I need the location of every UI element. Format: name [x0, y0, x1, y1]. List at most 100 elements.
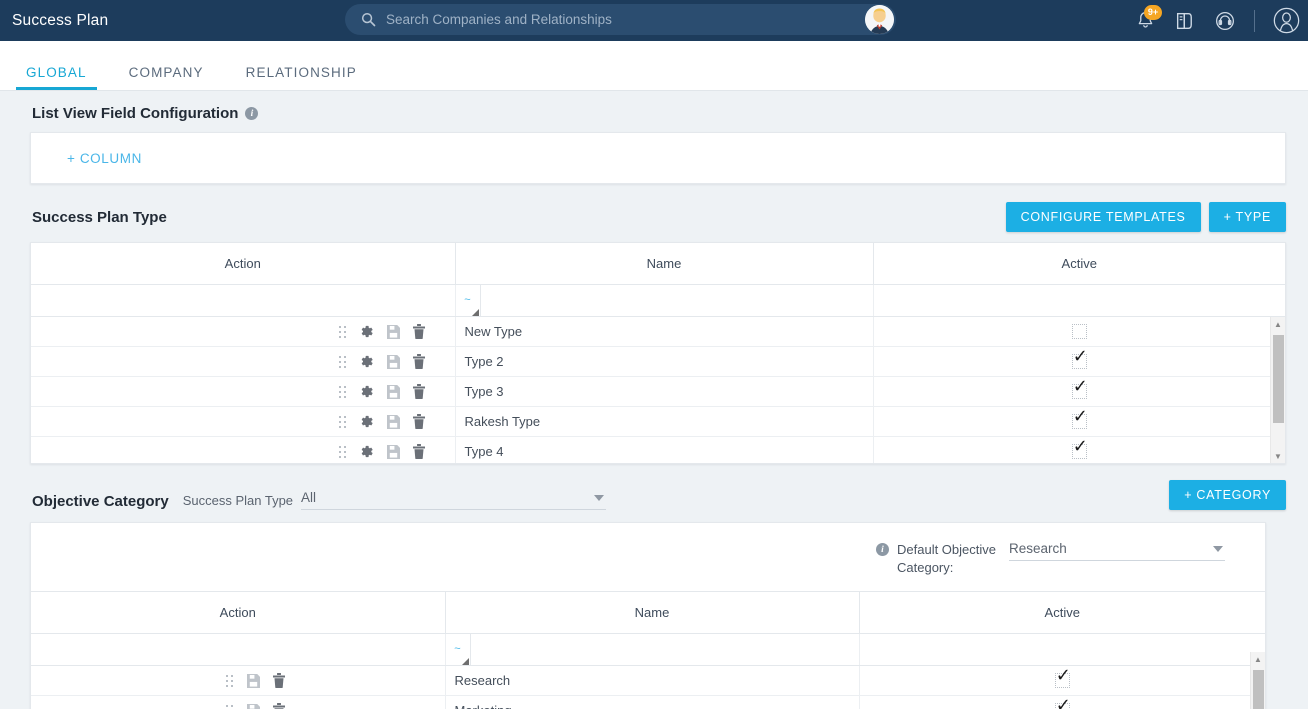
trash-icon[interactable]: [412, 444, 425, 460]
drag-handle-icon[interactable]: [338, 355, 347, 369]
cell-name: Marketing: [445, 695, 860, 709]
cell-name: New Type: [455, 316, 874, 347]
tab-global[interactable]: GLOBAL: [16, 65, 97, 90]
default-objective-category-row: i Default Objective Category: Research: [31, 523, 1265, 592]
gear-icon[interactable]: [359, 324, 374, 339]
check-icon: ✓: [1055, 665, 1071, 687]
default-objective-category-label: Default Objective Category:: [897, 542, 996, 575]
active-checkbox[interactable]: ✓: [1071, 378, 1088, 400]
add-category-button[interactable]: + CATEGORY: [1169, 480, 1286, 510]
grid-vertical-scrollbar[interactable]: ▲: [1250, 652, 1265, 709]
active-checkbox[interactable]: ✓: [1071, 438, 1088, 460]
cell-active[interactable]: ✓: [873, 346, 1285, 377]
drag-handle-icon[interactable]: [338, 325, 347, 339]
filter-row: ~: [31, 284, 1285, 317]
cell-active[interactable]: ✓: [873, 406, 1285, 437]
success-plan-type-filter-select[interactable]: All: [301, 490, 607, 510]
column-header-action[interactable]: Action: [31, 592, 446, 634]
info-icon[interactable]: i: [876, 543, 889, 556]
chevron-down-icon[interactable]: [594, 494, 605, 501]
save-icon[interactable]: [386, 444, 400, 459]
user-profile-button[interactable]: [1273, 7, 1300, 34]
gear-icon[interactable]: [359, 384, 374, 399]
table-row[interactable]: Marketing ✓: [31, 695, 1265, 709]
objective-category-grid: i Default Objective Category: Research A…: [30, 522, 1266, 709]
list-view-config-header: List View Field Configuration i: [8, 91, 1308, 132]
search-input[interactable]: [386, 12, 865, 27]
add-column-button[interactable]: + COLUMN: [67, 151, 142, 166]
column-header-name[interactable]: Name: [445, 592, 860, 634]
trash-icon[interactable]: [412, 324, 425, 340]
cell-active[interactable]: ✓: [873, 376, 1285, 407]
trash-icon[interactable]: [412, 384, 425, 400]
scrollbar-thumb[interactable]: [1253, 670, 1264, 709]
notifications-button[interactable]: 9+: [1135, 5, 1162, 31]
drag-handle-icon[interactable]: [338, 385, 347, 399]
global-search-bar[interactable]: [345, 4, 896, 35]
save-icon[interactable]: [386, 414, 400, 429]
success-plan-type-table: Action Name Active ~ New Type Type 2 ✓ T…: [31, 243, 1285, 463]
info-icon[interactable]: i: [245, 107, 259, 120]
column-header-active[interactable]: Active: [873, 243, 1285, 285]
column-header-name[interactable]: Name: [455, 243, 874, 285]
filter-cell-action: [31, 633, 446, 666]
row-actions: [31, 406, 456, 437]
save-icon[interactable]: [386, 384, 400, 399]
cell-name: Type 2: [455, 346, 874, 377]
cell-name: Type 4: [455, 436, 874, 463]
drag-handle-icon[interactable]: [226, 704, 234, 709]
column-header-action[interactable]: Action: [31, 243, 456, 285]
table-row[interactable]: Rakesh Type ✓: [31, 406, 1285, 437]
tab-relationship[interactable]: RELATIONSHIP: [236, 65, 367, 90]
filter-cell-name[interactable]: ~: [445, 633, 860, 666]
table-row[interactable]: Type 3 ✓: [31, 376, 1285, 407]
active-checkbox[interactable]: ✓: [1054, 697, 1071, 709]
table-row[interactable]: Type 2 ✓: [31, 346, 1285, 377]
avatar[interactable]: [865, 5, 894, 34]
active-checkbox[interactable]: ✓: [1071, 408, 1088, 430]
gear-icon[interactable]: [359, 444, 374, 459]
trash-icon[interactable]: [412, 354, 425, 370]
active-checkbox[interactable]: [1071, 324, 1087, 340]
check-icon: ✓: [1072, 346, 1088, 368]
scroll-down-arrow[interactable]: ▼: [1271, 449, 1285, 463]
trash-icon[interactable]: [412, 414, 425, 430]
active-checkbox[interactable]: ✓: [1054, 667, 1071, 689]
save-icon[interactable]: [246, 673, 260, 688]
success-plan-type-header: Success Plan Type CONFIGURE TEMPLATES + …: [8, 184, 1308, 242]
drag-handle-icon[interactable]: [338, 445, 347, 459]
drag-handle-icon[interactable]: [338, 415, 347, 429]
chevron-down-icon[interactable]: [1213, 545, 1223, 552]
scrollbar-thumb[interactable]: [1273, 335, 1284, 423]
knowledge-base-button[interactable]: [1174, 10, 1196, 32]
save-icon[interactable]: [386, 324, 400, 339]
gear-icon[interactable]: [359, 414, 374, 429]
cell-name: Rakesh Type: [455, 406, 874, 437]
scroll-up-arrow[interactable]: ▲: [1271, 317, 1285, 331]
tab-company[interactable]: COMPANY: [119, 65, 214, 90]
scroll-up-arrow[interactable]: ▲: [1251, 652, 1265, 666]
check-icon: ✓: [1055, 695, 1071, 709]
cell-active[interactable]: ✓: [859, 665, 1265, 696]
table-row[interactable]: Research ✓: [31, 665, 1265, 696]
default-objective-category-select[interactable]: Research: [1009, 541, 1225, 561]
trash-icon[interactable]: [272, 703, 285, 709]
add-type-button[interactable]: + TYPE: [1208, 202, 1286, 232]
search-icon: [361, 12, 376, 27]
table-row[interactable]: New Type: [31, 316, 1285, 347]
gear-icon[interactable]: [359, 354, 374, 369]
cell-active[interactable]: ✓: [873, 436, 1285, 463]
filter-cell-name[interactable]: ~: [455, 284, 874, 317]
drag-handle-icon[interactable]: [226, 674, 234, 688]
save-icon[interactable]: [386, 354, 400, 369]
support-button[interactable]: [1214, 10, 1236, 32]
table-row[interactable]: Type 4 ✓: [31, 436, 1285, 463]
cell-active[interactable]: [873, 316, 1285, 347]
configure-templates-button[interactable]: CONFIGURE TEMPLATES: [1005, 202, 1201, 232]
cell-active[interactable]: ✓: [859, 695, 1265, 709]
grid-vertical-scrollbar[interactable]: ▲ ▼: [1270, 317, 1285, 463]
column-header-active[interactable]: Active: [859, 592, 1265, 634]
trash-icon[interactable]: [272, 673, 285, 689]
active-checkbox[interactable]: ✓: [1071, 348, 1088, 370]
save-icon[interactable]: [246, 703, 260, 709]
